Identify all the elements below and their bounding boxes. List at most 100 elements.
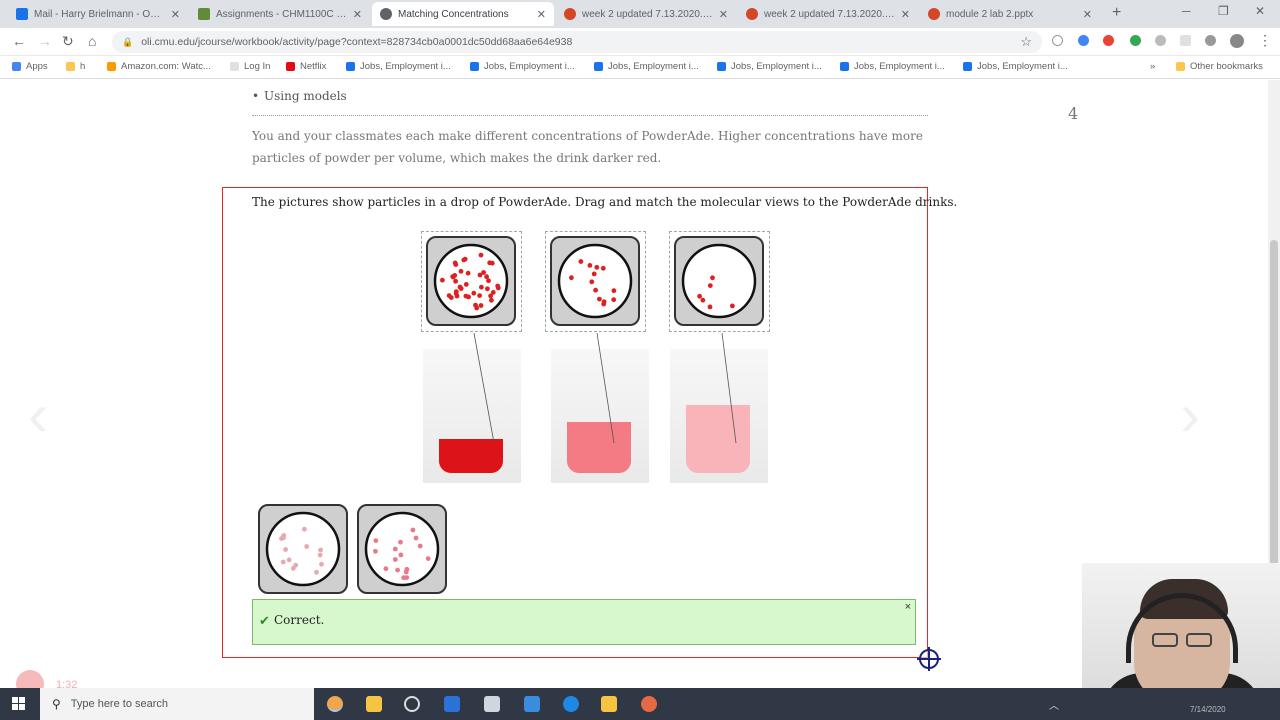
bookmark-jobs[interactable]: Jobs, Employment i... (840, 61, 945, 72)
tab-powerpoint-week2[interactable]: week 2 updated 7.13.2020.pptx ✕ (556, 2, 736, 26)
search-icon: ⚲ (52, 697, 61, 711)
address-bar[interactable]: 🔒 oli.cmu.edu/jcourse/workbook/activity/… (112, 31, 1042, 53)
folder-icon (66, 62, 75, 71)
outlook-taskbar-icon[interactable] (444, 696, 460, 712)
molecular-view-very-low[interactable] (258, 504, 348, 594)
tab-title: week 2 updated 7.13.2020.pptx (764, 8, 895, 20)
extension-icon[interactable] (1180, 35, 1191, 46)
bookmark-label: Other bookmarks (1190, 61, 1263, 72)
tab-module2-lab2[interactable]: module 2 lab 2.pptx ✕ (920, 2, 1100, 26)
particle (283, 547, 288, 552)
apps-grid-icon (12, 62, 21, 71)
chrome-taskbar-icon[interactable] (327, 696, 343, 712)
tray-chevron-icon[interactable]: ︿ (1049, 697, 1059, 712)
edge-icon[interactable] (563, 696, 579, 712)
bookmark-label: Apps (26, 61, 48, 72)
bookmark-jobs[interactable]: Jobs, Employment i... (470, 61, 575, 72)
close-icon[interactable]: ✕ (171, 8, 180, 21)
bookmark-amazon[interactable]: Amazon.com: Watc... (107, 61, 211, 72)
feedback-message: Correct. (274, 613, 325, 627)
extension-icon[interactable] (1078, 35, 1089, 46)
file-explorer-icon[interactable] (366, 696, 382, 712)
powerpoint-icon (928, 8, 940, 20)
next-page-arrow-icon[interactable]: › (1180, 380, 1200, 449)
windows-start-icon[interactable] (12, 697, 26, 711)
snipping-tool-icon[interactable] (484, 696, 500, 712)
bookmark-h[interactable]: h (66, 61, 85, 72)
puzzle-icon[interactable] (1205, 35, 1216, 46)
particle (398, 539, 403, 545)
bookmark-netflix[interactable]: Netflix (286, 61, 326, 72)
particle (413, 535, 419, 541)
particle (319, 561, 324, 567)
bookmark-jobs[interactable]: Jobs, Employment i... (594, 61, 699, 72)
particle (373, 548, 378, 554)
particle (410, 527, 416, 533)
feedback-close-button[interactable]: × (905, 601, 911, 613)
minimize-icon[interactable]: ─ (1182, 4, 1191, 18)
bookmark-jobs[interactable]: Jobs, Employment i... (963, 61, 1068, 72)
extension-icon[interactable] (1103, 35, 1114, 46)
close-window-icon[interactable]: ✕ (1255, 4, 1265, 18)
bookmark-jobs[interactable]: Jobs, Employment i... (346, 61, 451, 72)
tab-powerpoint-week2-copy[interactable]: week 2 updated 7.13.2020.pptx ✕ (738, 2, 918, 26)
taskbar-search-placeholder: Type here to search (70, 698, 169, 710)
avatar[interactable] (1230, 34, 1244, 48)
bookmark-star-icon[interactable]: ☆ (1020, 34, 1032, 50)
scrollbar-thumb[interactable] (1270, 240, 1278, 570)
bookmark-label: Jobs, Employment i... (731, 61, 822, 72)
outlook-icon (16, 8, 28, 20)
draggable-view-2[interactable] (355, 502, 449, 596)
forward-icon[interactable]: → (38, 33, 52, 49)
extension-icon[interactable] (1130, 35, 1141, 46)
taskbar-search[interactable]: ⚲ Type here to search (40, 688, 314, 720)
folder-icon[interactable] (601, 696, 617, 712)
close-icon[interactable]: ✕ (537, 8, 546, 21)
feedback-correct: ✔ Correct. × (252, 599, 916, 645)
jobs-icon (594, 62, 603, 71)
close-icon[interactable]: ✕ (353, 8, 362, 21)
files-icon[interactable] (524, 696, 540, 712)
view-circle (265, 511, 341, 587)
prev-page-arrow-icon[interactable]: ‹ (28, 380, 48, 449)
cortana-icon[interactable] (404, 696, 420, 712)
reload-icon[interactable]: ↻ (62, 33, 74, 50)
extension-icon[interactable] (1052, 35, 1063, 46)
particle (395, 567, 400, 573)
bookmark-label: Log In (244, 61, 271, 72)
glasses-icon (1186, 633, 1212, 647)
kebab-menu-icon[interactable]: ⋮ (1258, 32, 1272, 49)
close-icon[interactable]: ✕ (901, 8, 910, 21)
particle (280, 559, 286, 565)
bookmark-jobs[interactable]: Jobs, Employment i... (717, 61, 822, 72)
other-bookmarks[interactable]: Other bookmarks (1176, 61, 1263, 72)
home-icon[interactable]: ⌂ (88, 33, 96, 49)
molecular-view-low-medium[interactable] (357, 504, 447, 594)
close-icon[interactable]: ✕ (1083, 8, 1092, 21)
extension-icon[interactable] (1155, 35, 1166, 46)
back-icon[interactable]: ← (12, 33, 26, 49)
lock-icon: 🔒 (122, 36, 134, 47)
tab-matching-concentrations[interactable]: Matching Concentrations ✕ (372, 2, 554, 26)
draggable-view-1[interactable] (256, 502, 350, 596)
jobs-icon (717, 62, 726, 71)
tab-outlook-mail[interactable]: Mail - Harry Brielmann - Outlo ✕ (8, 2, 188, 26)
bookmarks-overflow-button[interactable]: » (1150, 61, 1155, 72)
particle (425, 556, 431, 561)
jobs-icon (963, 62, 972, 71)
bullet-item: Using models (252, 89, 347, 103)
particle (403, 569, 409, 575)
bookmark-label: Jobs, Employment i... (360, 61, 451, 72)
powerpoint-icon (564, 8, 576, 20)
close-icon[interactable]: ✕ (719, 8, 728, 21)
divider (252, 115, 928, 116)
bookmark-login[interactable]: Log In (230, 61, 270, 72)
page-icon (230, 62, 239, 71)
particle (392, 546, 398, 552)
new-tab-button[interactable]: + (1112, 4, 1121, 22)
tab-assignments[interactable]: Assignments - CHM1100C Ser ✕ (190, 2, 370, 26)
powerpoint-taskbar-icon[interactable] (641, 696, 657, 712)
particle (417, 543, 423, 549)
restore-icon[interactable]: ❐ (1218, 4, 1229, 18)
bookmark-apps[interactable]: Apps (12, 61, 48, 72)
